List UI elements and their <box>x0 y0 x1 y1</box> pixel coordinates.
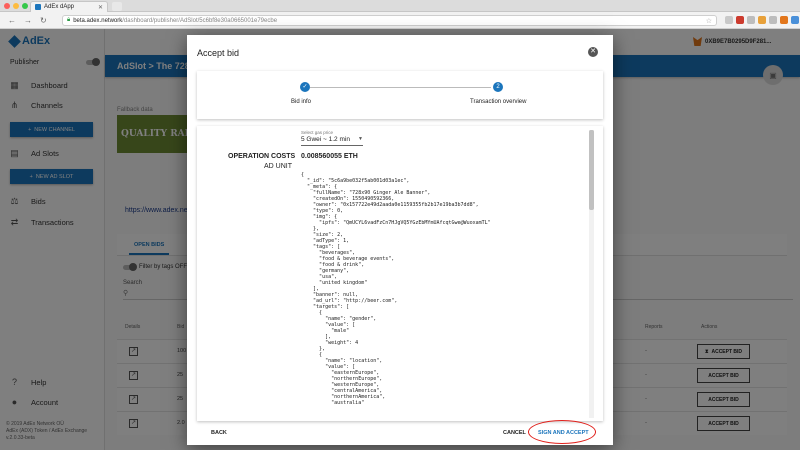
scrollbar-thumb[interactable] <box>589 130 594 210</box>
url-text: beta.adex.network/dashboard/publisher/Ad… <box>73 17 278 24</box>
adex-app: AdEx Publisher ▦ Dashboard ⋔ Channels + … <box>0 29 800 450</box>
json-line: "australia" <box>301 400 365 406</box>
step-2-indicator[interactable]: 2 <box>493 82 503 92</box>
operation-costs-label: OPERATION COSTS <box>228 153 296 160</box>
dropdown-arrow-icon: ▼ <box>358 136 363 142</box>
step-completed-check-icon[interactable]: ✓ <box>300 82 310 92</box>
transaction-overview-panel: Select gas price 5 Gwei ~ 1.2 min ▼ OPER… <box>197 126 603 421</box>
lock-icon: 🔒︎ <box>67 17 71 23</box>
gas-price-caption: Select gas price <box>301 130 334 135</box>
tab-title: AdEx dApp <box>44 4 75 10</box>
step-label-bid-info: Bid info <box>291 99 312 105</box>
close-window-icon[interactable] <box>4 3 10 9</box>
maximize-window-icon[interactable] <box>22 3 28 9</box>
extension-icon[interactable] <box>725 16 733 24</box>
extension-icon[interactable] <box>736 16 744 24</box>
content-scrollbar[interactable] <box>589 130 594 418</box>
cancel-button[interactable]: CANCEL <box>503 430 526 436</box>
extension-icon[interactable] <box>769 16 777 24</box>
back-button[interactable]: BACK <box>211 430 227 436</box>
window-controls[interactable] <box>4 3 28 9</box>
bookmark-star-icon[interactable]: ☆ <box>706 17 712 25</box>
metamask-fox-icon[interactable] <box>780 16 788 24</box>
forward-arrow-icon[interactable]: → <box>24 16 32 25</box>
browser-tab[interactable]: AdEx dApp ✕ <box>30 1 108 12</box>
accept-bid-dialog: Accept bid ✕ ✓ 2 Bid info Transaction ov… <box>187 35 613 445</box>
ad-unit-label: AD UNIT <box>264 163 292 170</box>
reload-icon[interactable]: ↻ <box>40 16 47 25</box>
close-icon[interactable]: ✕ <box>588 47 598 57</box>
stepper: ✓ 2 Bid info Transaction overview <box>197 71 603 119</box>
step-connector <box>310 87 491 88</box>
url-input[interactable]: 🔒︎ beta.adex.network/dashboard/publisher… <box>62 15 717 26</box>
extension-icon[interactable] <box>758 16 766 24</box>
back-arrow-icon[interactable]: ← <box>8 16 16 25</box>
extension-icon[interactable] <box>747 16 755 24</box>
dialog-title: Accept bid <box>197 48 240 58</box>
minimize-window-icon[interactable] <box>13 3 19 9</box>
gas-price-select[interactable]: 5 Gwei ~ 1.2 min ▼ <box>301 136 363 146</box>
tab-close-icon[interactable]: ✕ <box>98 4 103 11</box>
extension-icon[interactable] <box>791 16 799 24</box>
operation-costs-value: 0.008560055 ETH <box>301 153 358 160</box>
step-label-transaction-overview: Transaction overview <box>470 99 527 105</box>
adex-favicon-icon <box>35 4 41 10</box>
ad-unit-json: { "_id": "5c6a9be032f5ab001d03a1ec", "_m… <box>301 172 586 406</box>
annotation-circle <box>528 420 596 444</box>
address-bar: ← → ↻ 🔒︎ beta.adex.network/dashboard/pub… <box>0 12 800 29</box>
browser-tab-bar: AdEx dApp ✕ <box>0 0 800 12</box>
extension-icons <box>725 16 800 24</box>
new-tab-button[interactable] <box>112 2 122 11</box>
